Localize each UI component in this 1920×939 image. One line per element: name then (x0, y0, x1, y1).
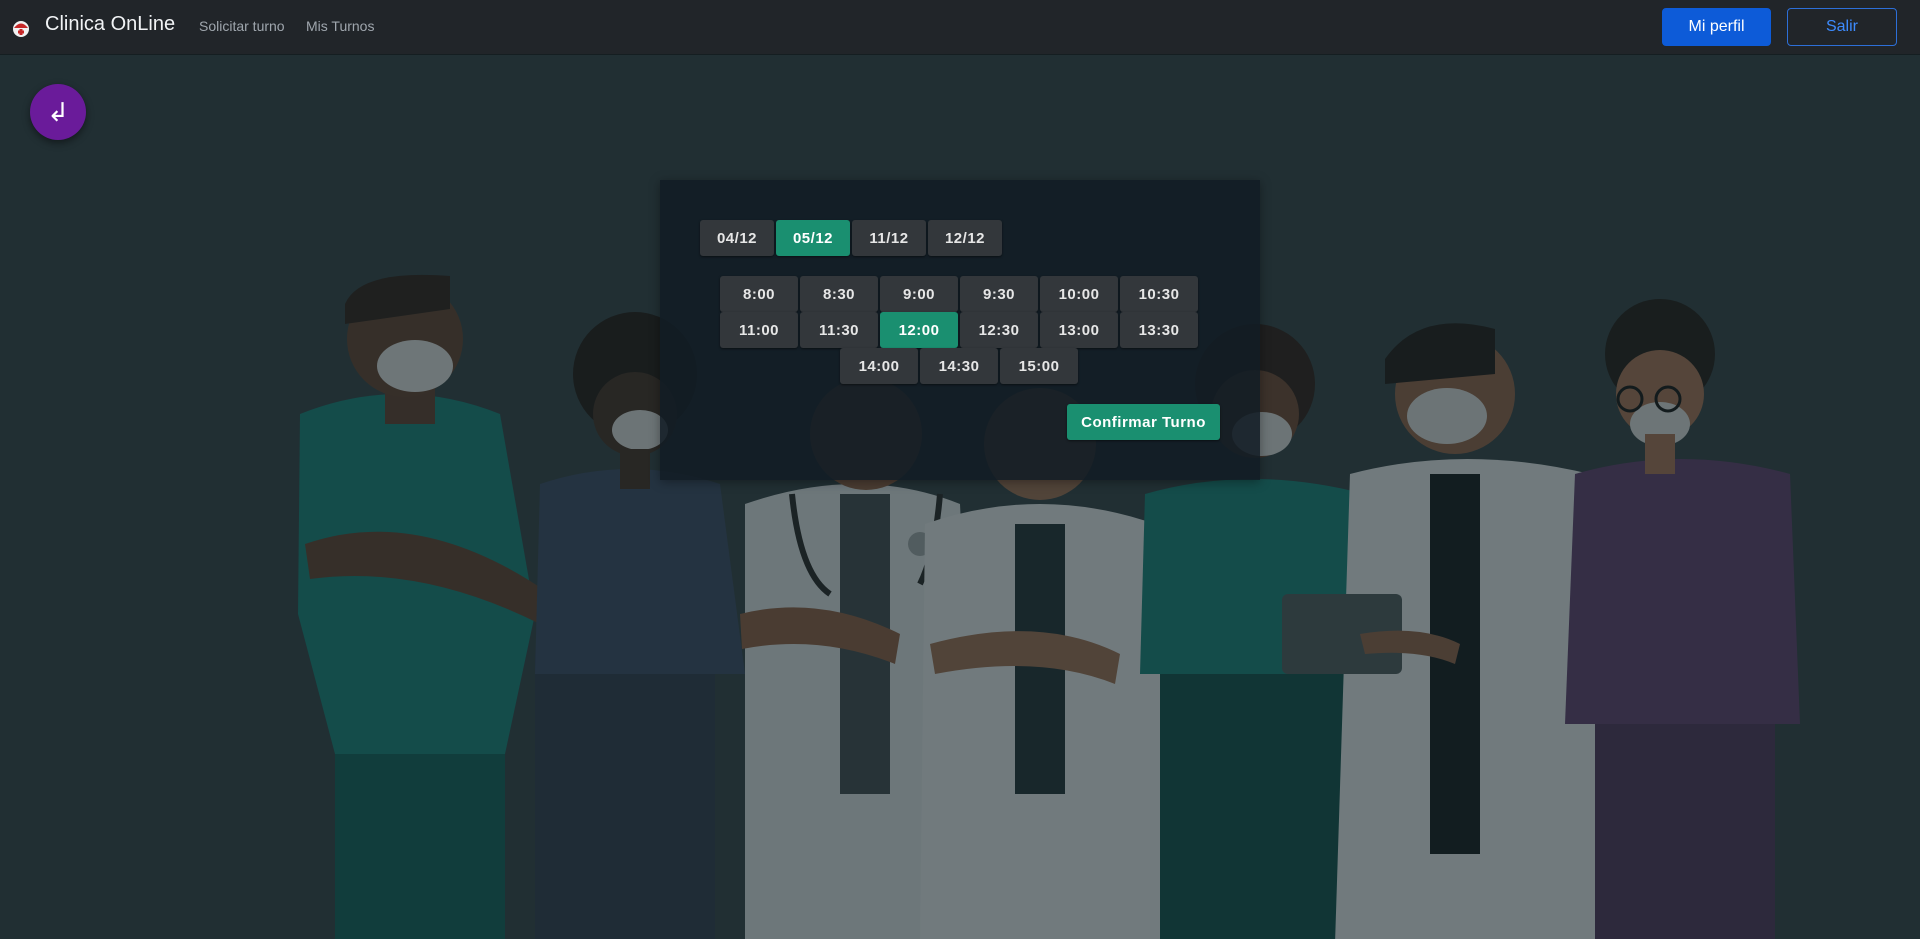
date-option-12-12[interactable]: 12/12 (928, 220, 1002, 256)
confirm-appointment-button[interactable]: Confirmar Turno (1067, 404, 1220, 440)
logout-button[interactable]: Salir (1787, 8, 1897, 46)
top-navbar: Clinica OnLine Solicitar turno Mis Turno… (0, 0, 1920, 54)
time-option-14-30[interactable]: 14:30 (920, 348, 998, 384)
time-option-8-00[interactable]: 8:00 (720, 276, 798, 312)
time-option-10-00[interactable]: 10:00 (1040, 276, 1118, 312)
time-option-9-00[interactable]: 9:00 (880, 276, 958, 312)
nav-link-solicitar-turno[interactable]: Solicitar turno (199, 18, 285, 34)
time-option-14-00[interactable]: 14:00 (840, 348, 918, 384)
appointment-booking-panel: 04/12 05/12 11/12 12/12 8:00 8:30 9:00 9… (660, 180, 1260, 480)
time-option-12-30[interactable]: 12:30 (960, 312, 1038, 348)
time-option-9-30[interactable]: 9:30 (960, 276, 1038, 312)
time-option-10-30[interactable]: 10:30 (1120, 276, 1198, 312)
date-option-04-12[interactable]: 04/12 (700, 220, 774, 256)
time-option-13-30[interactable]: 13:30 (1120, 312, 1198, 348)
brand-title[interactable]: Clinica OnLine (45, 13, 175, 36)
date-option-11-12[interactable]: 11/12 (852, 220, 926, 256)
nav-link-mis-turnos[interactable]: Mis Turnos (306, 18, 374, 34)
time-option-11-30[interactable]: 11:30 (800, 312, 878, 348)
time-option-11-00[interactable]: 11:00 (720, 312, 798, 348)
my-profile-button[interactable]: Mi perfil (1662, 8, 1771, 46)
clinic-logo-icon[interactable] (10, 17, 32, 39)
back-button[interactable]: ↲ (30, 84, 86, 140)
time-option-15-00[interactable]: 15:00 (1000, 348, 1078, 384)
time-option-13-00[interactable]: 13:00 (1040, 312, 1118, 348)
return-arrow-icon: ↲ (47, 96, 69, 127)
time-option-12-00-selected[interactable]: 12:00 (880, 312, 958, 348)
date-option-05-12-selected[interactable]: 05/12 (776, 220, 850, 256)
time-option-8-30[interactable]: 8:30 (800, 276, 878, 312)
